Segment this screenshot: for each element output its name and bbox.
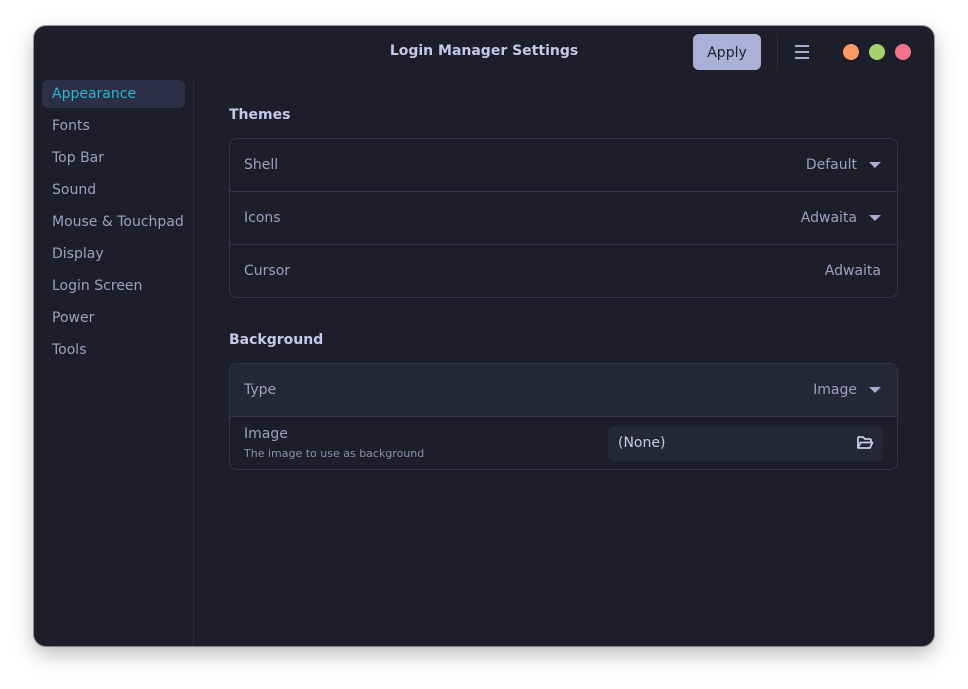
image-file-value: (None) xyxy=(618,435,666,451)
sidebar-item-tools[interactable]: Tools xyxy=(42,336,185,364)
themes-card: Shell Default Icons Adwaita Cursor Adwai… xyxy=(229,138,898,298)
cursor-label: Cursor xyxy=(244,263,291,279)
sidebar-item-display[interactable]: Display xyxy=(42,240,185,268)
shell-row[interactable]: Shell Default xyxy=(230,139,897,192)
dropdown-arrow-icon[interactable] xyxy=(869,387,881,393)
icons-label: Icons xyxy=(244,210,281,226)
sidebar-item-login-screen[interactable]: Login Screen xyxy=(42,272,185,300)
cursor-value: Adwaita xyxy=(824,263,881,279)
sidebar-item-sound[interactable]: Sound xyxy=(42,176,185,204)
sidebar: Appearance Fonts Top Bar Sound Mouse & T… xyxy=(34,78,193,646)
icons-row[interactable]: Icons Adwaita xyxy=(230,192,897,245)
sidebar-divider xyxy=(193,78,194,646)
background-section-title: Background xyxy=(229,332,324,348)
dropdown-arrow-icon[interactable] xyxy=(869,162,881,168)
type-label: Type xyxy=(244,382,277,398)
cursor-row: Cursor Adwaita xyxy=(230,245,897,297)
type-value[interactable]: Image xyxy=(813,382,857,398)
image-row: Image The image to use as background (No… xyxy=(230,417,897,469)
icons-value[interactable]: Adwaita xyxy=(801,210,857,226)
image-file-chooser-button[interactable]: (None) xyxy=(608,426,883,461)
header-bar: Login Manager Settings Apply xyxy=(34,26,934,78)
sidebar-item-power[interactable]: Power xyxy=(42,304,185,332)
sidebar-item-mouse-touchpad[interactable]: Mouse & Touchpad xyxy=(42,208,185,236)
close-button[interactable] xyxy=(895,44,911,60)
maximize-button[interactable] xyxy=(869,44,885,60)
header-separator xyxy=(777,34,778,70)
type-row[interactable]: Type Image xyxy=(230,364,897,417)
image-label: Image xyxy=(244,426,288,442)
image-subtitle: The image to use as background xyxy=(244,447,425,460)
folder-open-icon xyxy=(857,436,874,449)
sidebar-item-top-bar[interactable]: Top Bar xyxy=(42,144,185,172)
shell-label: Shell xyxy=(244,157,279,173)
sidebar-item-appearance[interactable]: Appearance xyxy=(42,80,185,108)
dropdown-arrow-icon[interactable] xyxy=(869,215,881,221)
minimize-button[interactable] xyxy=(843,44,859,60)
menu-button[interactable] xyxy=(790,40,814,64)
apply-button[interactable]: Apply xyxy=(693,34,761,70)
background-card: Type Image Image The image to use as bac… xyxy=(229,363,898,470)
sidebar-item-fonts[interactable]: Fonts xyxy=(42,112,185,140)
settings-window: Login Manager Settings Apply Appearance … xyxy=(34,26,934,646)
themes-section-title: Themes xyxy=(229,107,291,123)
shell-value[interactable]: Default xyxy=(806,157,857,173)
